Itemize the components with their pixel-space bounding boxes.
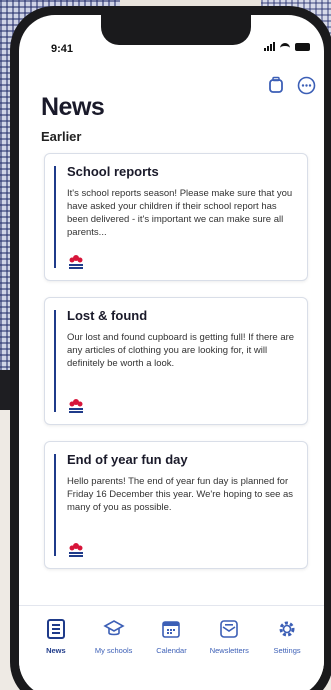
tab-calendar[interactable]: Calendar [143, 618, 199, 690]
gear-icon [279, 621, 295, 637]
news-card[interactable]: School reports It's school reports seaso… [44, 153, 308, 281]
news-card[interactable]: End of year fun day Hello parents! The e… [44, 441, 308, 569]
bottom-tab-bar: News My schools Calendar Newsletters Set… [19, 605, 324, 690]
calendar-icon [162, 621, 181, 638]
tab-label: Newsletters [209, 646, 249, 655]
tab-label: My schools [94, 646, 133, 655]
page-title: News [41, 93, 105, 121]
tab-settings[interactable]: Settings [259, 618, 315, 690]
signal-icon [264, 42, 275, 51]
tab-my-schools[interactable]: My schools [86, 618, 142, 690]
tab-news[interactable]: News [28, 618, 84, 690]
news-card-body: Hello parents! The end of year fun day i… [67, 476, 294, 513]
more-icon [297, 76, 315, 94]
status-time: 9:41 [51, 43, 74, 55]
news-icon [46, 619, 65, 639]
nsw-logo-icon [69, 543, 83, 557]
battery-icon [295, 42, 310, 51]
section-label: Earlier [41, 129, 82, 144]
phone-frame: 9:41 News Earlier School reports It's sc… [10, 6, 331, 690]
phone-screen: 9:41 News Earlier School reports It's sc… [19, 15, 324, 690]
nsw-logo-icon [69, 399, 83, 413]
news-card-body: Our lost and found cupboard is getting f… [67, 332, 295, 369]
header-actions [266, 75, 316, 95]
tab-label: Settings [273, 646, 301, 655]
tab-label: Calendar [156, 646, 187, 655]
news-card-title: School reports [67, 164, 159, 179]
backpack-button[interactable] [266, 75, 286, 95]
more-options-button[interactable] [296, 75, 316, 95]
wifi-icon [280, 42, 290, 51]
nsw-logo-icon [69, 255, 83, 269]
newsletter-icon [220, 620, 239, 638]
graduation-cap-icon [103, 620, 125, 636]
news-card-title: End of year fun day [67, 452, 188, 467]
phone-notch [101, 15, 251, 45]
tab-newsletters[interactable]: Newsletters [201, 618, 257, 690]
status-icons [264, 42, 310, 51]
news-card-body: It's school reports season! Please make … [67, 188, 293, 238]
news-card-title: Lost & found [67, 308, 148, 323]
news-card[interactable]: Lost & found Our lost and found cupboard… [44, 297, 308, 425]
backpack-icon [269, 76, 283, 93]
tab-label: News [46, 646, 66, 655]
